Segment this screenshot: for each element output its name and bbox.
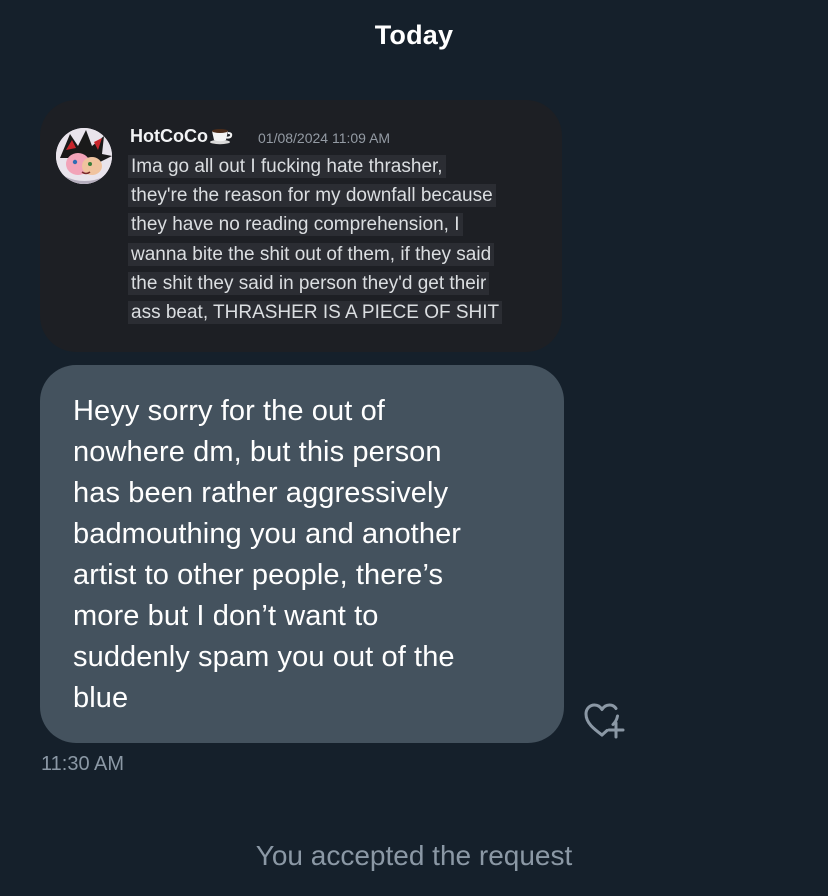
message-line: Heyy sorry for the out of <box>73 395 385 427</box>
embed-line: they're the reason for my downfall becau… <box>128 184 496 208</box>
message-bubble[interactable]: Heyy sorry for the out of nowhere dm, bu… <box>40 365 564 743</box>
message-line: suddenly spam you out of the <box>73 641 455 673</box>
message-line: has been rather aggressively <box>73 477 449 509</box>
message-text: Heyy sorry for the out of nowhere dm, bu… <box>73 391 534 719</box>
embed-line: wanna bite the shit out of them, if they… <box>128 242 495 266</box>
embed-line: ass beat, THRASHER IS A PIECE OF SHIT <box>128 301 503 325</box>
embed-line: Ima go all out I fucking hate thrasher, <box>128 155 446 178</box>
discord-screenshot-embed[interactable]: HotCoCo 01/08/2024 11:09 AM Ima go all o… <box>40 100 562 352</box>
day-separator: Today <box>374 20 454 50</box>
username-text: HotCoCo <box>130 126 208 146</box>
message-line: blue <box>73 682 129 714</box>
embed-message-body: Ima go all out I fucking hate thrasher, … <box>128 152 548 327</box>
embed-username: HotCoCo <box>130 125 233 147</box>
embed-line: the shit they said in person they'd get … <box>128 271 490 295</box>
embed-timestamp: 01/08/2024 11:09 AM <box>258 130 391 146</box>
cartoon-character-avatar-icon <box>56 128 112 184</box>
heart-plus-icon[interactable] <box>582 700 626 740</box>
message-line: artist to other people, there’s <box>73 559 444 591</box>
avatar <box>56 128 112 184</box>
message-timestamp: 11:30 AM <box>41 753 125 775</box>
message-line: badmouthing you and another <box>73 518 462 550</box>
message-line: more but I don’t want to <box>73 600 379 632</box>
embed-line: they have no reading comprehension, I <box>128 213 463 237</box>
request-accepted-note: You accepted the request <box>255 840 573 871</box>
message-line: nowhere dm, but this person <box>73 436 442 468</box>
coffee-cup-icon <box>209 125 233 145</box>
